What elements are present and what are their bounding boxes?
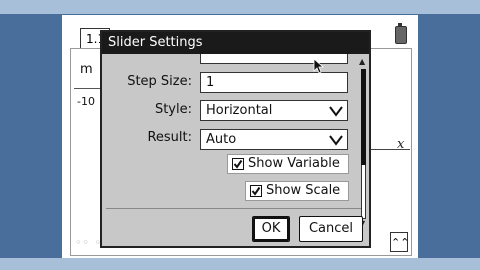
- checkbox-checked-icon: [232, 158, 244, 170]
- style-select[interactable]: Horizontal: [200, 100, 348, 121]
- show-variable-checkbox[interactable]: Show Variable: [227, 154, 349, 174]
- dialog-divider: [106, 208, 361, 209]
- show-variable-label: Show Variable: [248, 156, 340, 171]
- slider-track: [74, 88, 102, 89]
- scroll-up-icon[interactable]: ▲: [359, 57, 365, 66]
- step-size-value: 1: [206, 75, 215, 90]
- expand-entry-button[interactable]: ⌃⌃: [390, 232, 410, 252]
- checkbox-checked-icon: [250, 185, 262, 197]
- device-frame-top: [0, 0, 480, 14]
- slider-settings-dialog: Slider Settings Step Size: 1 Style: Hori…: [100, 30, 371, 248]
- show-scale-checkbox[interactable]: Show Scale: [245, 181, 349, 201]
- step-size-label: Step Size:: [127, 74, 192, 89]
- double-chevron-up-icon: ⌃⌃: [391, 236, 410, 249]
- mouse-pointer-icon: [313, 58, 325, 74]
- result-label: Result:: [147, 130, 192, 145]
- style-label: Style:: [154, 102, 192, 117]
- device-frame-bottom: [0, 258, 480, 270]
- ok-button[interactable]: OK: [252, 216, 290, 242]
- previous-field-partial[interactable]: [200, 54, 348, 64]
- dialog-scrollbar[interactable]: ▲ ▼: [359, 57, 369, 232]
- show-scale-label: Show Scale: [266, 183, 341, 198]
- cancel-button[interactable]: Cancel: [299, 216, 363, 242]
- slider-variable-label: m: [80, 62, 93, 77]
- result-value: Auto: [206, 132, 237, 147]
- step-size-input[interactable]: 1: [200, 72, 348, 93]
- style-value: Horizontal: [206, 103, 273, 118]
- scrollbar-thumb[interactable]: [361, 69, 366, 165]
- battery-icon: [395, 23, 407, 44]
- entry-line-icon: ◦◦ ◦: [75, 236, 102, 249]
- dropdown-arrow-icon: [329, 135, 343, 146]
- x-axis-label: x: [397, 137, 405, 152]
- result-select[interactable]: Auto: [200, 129, 348, 150]
- dropdown-arrow-icon: [329, 106, 343, 117]
- slider-min-label: -10: [77, 95, 95, 108]
- dialog-title: Slider Settings: [102, 32, 369, 54]
